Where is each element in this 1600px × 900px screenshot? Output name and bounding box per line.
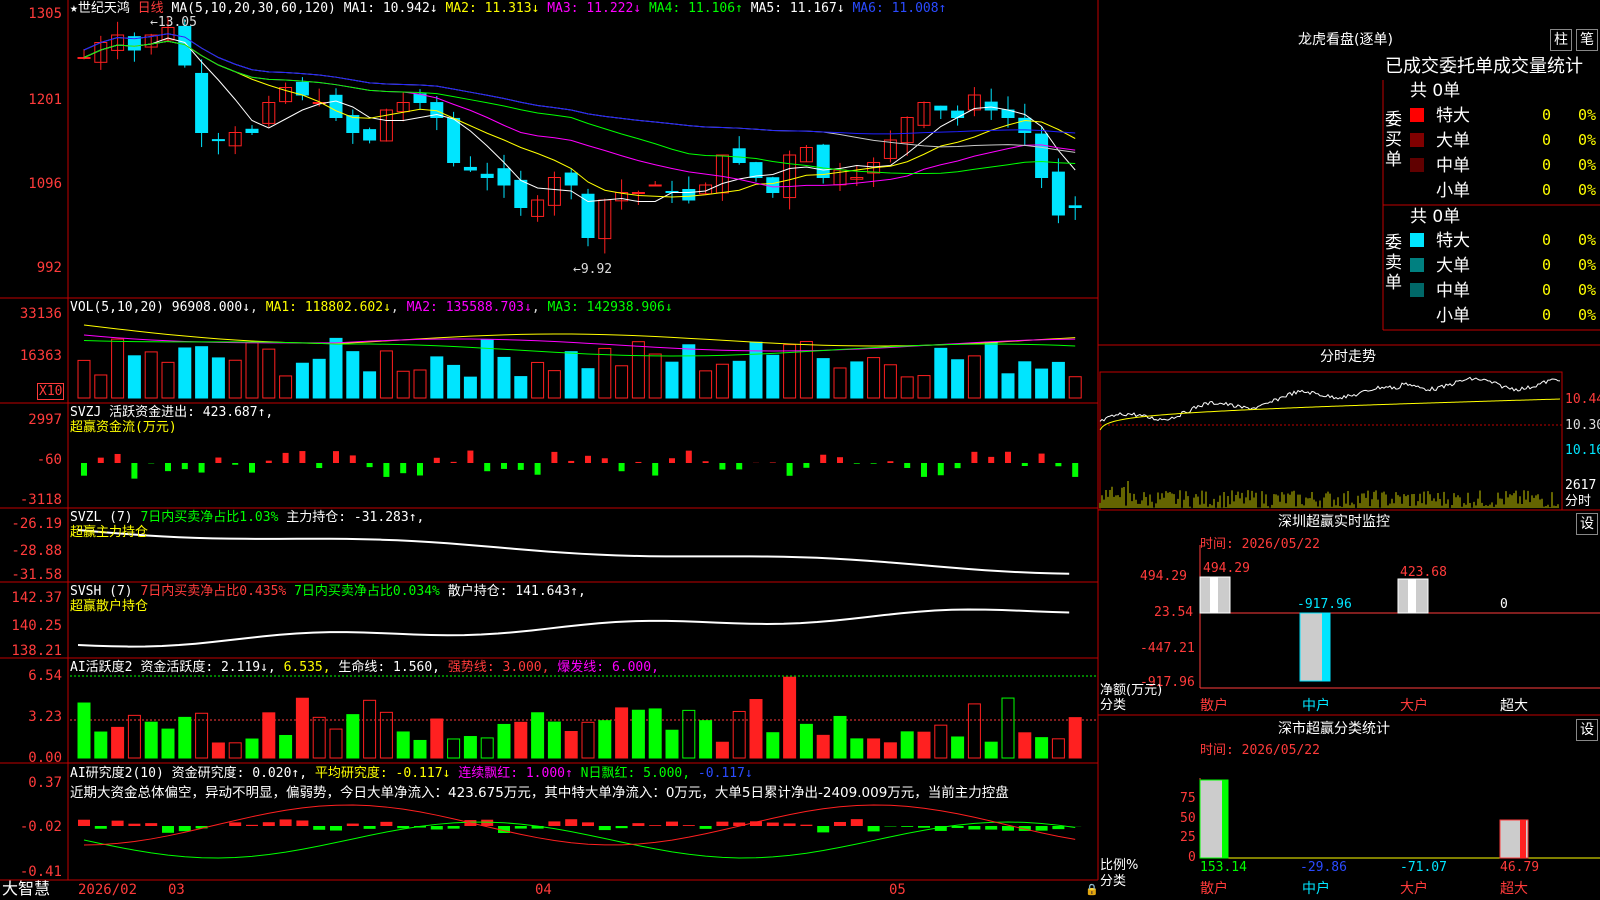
fl-val-4: 46.79	[1500, 860, 1540, 875]
fl-axis-4: 0	[1188, 850, 1196, 865]
fl-axis-1: 75	[1180, 791, 1196, 806]
fl-ratio-chart	[1199, 778, 1600, 859]
fl-cat-2: 中户	[1302, 881, 1330, 897]
fl-bar-hl	[1520, 820, 1526, 858]
fl-val-2: -29.86	[1300, 860, 1347, 875]
fl-bar-hl	[1222, 780, 1228, 858]
fl-axis-2: 50	[1180, 811, 1196, 826]
fl-ylabel: 比例%	[1100, 858, 1139, 873]
fl-val-3: -71.07	[1400, 860, 1447, 875]
fl-cat-4: 超大	[1500, 881, 1528, 897]
fl-val-1: 153.14	[1200, 860, 1247, 875]
fl-cat-3: 大户	[1400, 881, 1428, 897]
fl-cat-1: 散户	[1200, 881, 1228, 897]
fl-xlabel: 分类	[1100, 874, 1127, 889]
stock-terminal: ★世纪天鸿 日线 MA(5,10,20,30,60,120) MA1: 10.9…	[0, 0, 1600, 900]
fl-axis-3: 25	[1180, 830, 1196, 845]
